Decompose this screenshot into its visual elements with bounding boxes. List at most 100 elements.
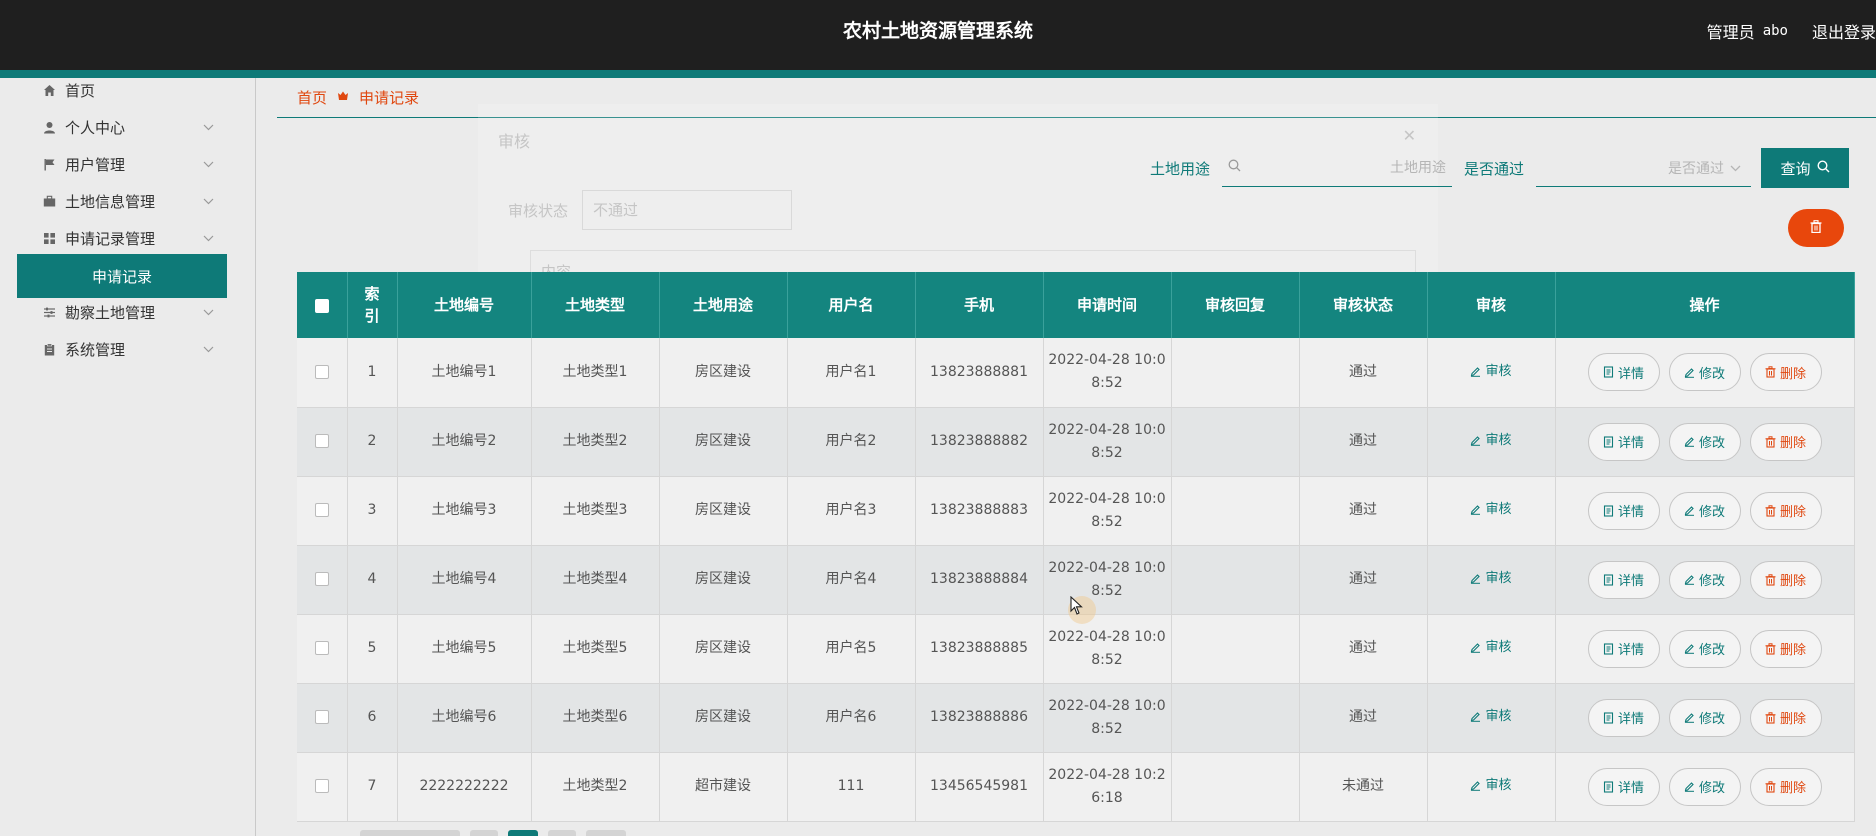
row-checkbox[interactable]: [314, 779, 329, 793]
page-size-select[interactable]: [360, 830, 460, 836]
sidebar-item[interactable]: 系统管理: [0, 327, 256, 371]
row-checkbox[interactable]: [314, 364, 329, 379]
next-page-button[interactable]: [548, 830, 576, 836]
apply-time-line2: 8:52: [1091, 582, 1123, 599]
prev-page-button[interactable]: [470, 830, 498, 836]
cell-land-use: 房区建设: [659, 683, 788, 753]
user-name: abo: [1762, 23, 1788, 39]
trash-icon: [1765, 642, 1776, 655]
detail-button[interactable]: 详情: [1587, 491, 1660, 530]
edit-button[interactable]: 修改: [1668, 560, 1741, 599]
page-number-current[interactable]: [508, 830, 538, 836]
column-header: 土地用途: [659, 272, 788, 338]
cell-land-no: 土地编号2: [397, 407, 532, 477]
sidebar-item-label: 个人中心: [65, 118, 126, 137]
table-row: 5 土地编号5 土地类型5 房区建设 用户名5 13823888885 2022-04-28…: [297, 614, 1855, 684]
search-icon: [1228, 159, 1246, 176]
chevron-down-icon: [203, 343, 215, 356]
delete-button[interactable]: 删除: [1749, 767, 1822, 806]
batch-delete-button[interactable]: [1788, 209, 1844, 247]
document-icon: [1603, 780, 1614, 793]
edit-button[interactable]: 修改: [1668, 629, 1741, 668]
apply-time-line2: 8:52: [1091, 444, 1123, 461]
delete-button[interactable]: 删除: [1749, 698, 1822, 737]
cell-land-no: 土地编号6: [397, 683, 532, 753]
audit-link[interactable]: 审核: [1470, 498, 1512, 521]
apply-time-line1: 2022-04-28 10:0: [1048, 421, 1166, 438]
cell-actions: 详情 修改 删除: [1555, 752, 1855, 822]
row-checkbox[interactable]: [314, 434, 329, 448]
apply-time-line1: 2022-04-28 10:0: [1048, 697, 1166, 714]
sidebar-subitem-application-records[interactable]: 申请记录: [17, 254, 227, 298]
cell-land-use: 房区建设: [659, 407, 788, 477]
mouse-cursor-icon: [1070, 596, 1083, 615]
edit-icon: [1684, 781, 1695, 792]
edit-button[interactable]: 修改: [1668, 491, 1741, 530]
cell-land-type: 土地类型1: [531, 338, 660, 408]
cell-apply-time: 2022-04-28 10:0 8:52: [1043, 407, 1172, 477]
cell-land-type: 土地类型2: [531, 752, 660, 822]
land-use-input[interactable]: [1246, 159, 1447, 176]
edit-button[interactable]: 修改: [1668, 767, 1741, 806]
edit-button[interactable]: 修改: [1668, 698, 1741, 737]
detail-button[interactable]: 详情: [1587, 422, 1660, 461]
audit-link[interactable]: 审核: [1470, 774, 1512, 797]
cell-audit: 审核: [1427, 614, 1556, 684]
trash-icon: [1765, 366, 1776, 378]
column-header: 审核状态: [1299, 272, 1428, 338]
document-icon: [1603, 435, 1614, 448]
detail-button[interactable]: 详情: [1587, 353, 1660, 392]
sidebar-item-label: 勘察土地管理: [65, 303, 156, 322]
cell-index: 3: [347, 476, 398, 546]
cell-reply: [1171, 407, 1300, 477]
edit-icon: [1470, 780, 1481, 791]
row-checkbox[interactable]: [314, 572, 329, 586]
audit-link-label: 审核: [1485, 709, 1512, 724]
sidebar-item-label: 系统管理: [65, 340, 126, 359]
audit-link[interactable]: 审核: [1470, 567, 1512, 590]
detail-button[interactable]: 详情: [1587, 698, 1660, 737]
trash-icon: [1765, 711, 1776, 724]
audit-link[interactable]: 审核: [1470, 636, 1512, 659]
cell-username: 111: [787, 752, 916, 822]
sidebar-item-label: 首页: [65, 81, 96, 100]
detail-button[interactable]: 详情: [1587, 767, 1660, 806]
breadcrumb-current: 申请记录: [359, 89, 420, 107]
passed-select[interactable]: 是否通过: [1536, 149, 1752, 187]
row-checkbox[interactable]: [314, 503, 329, 517]
home-icon: [41, 82, 57, 98]
audit-link[interactable]: 审核: [1470, 429, 1512, 452]
query-button[interactable]: 查询: [1761, 148, 1850, 188]
audit-link[interactable]: 审核: [1470, 360, 1512, 383]
delete-button[interactable]: 删除: [1749, 353, 1822, 392]
delete-button-label: 删除: [1779, 436, 1806, 451]
edit-button[interactable]: 修改: [1668, 422, 1741, 461]
chevron-down-icon: [203, 195, 215, 208]
chevron-down-icon: [203, 306, 215, 319]
delete-button[interactable]: 删除: [1749, 422, 1822, 461]
page-jump-input[interactable]: [586, 830, 626, 836]
edit-button[interactable]: 修改: [1668, 353, 1741, 392]
select-all-header: [297, 272, 348, 338]
select-all-checkbox[interactable]: [314, 298, 329, 313]
breadcrumb-home[interactable]: 首页: [297, 87, 327, 108]
trash-icon: [1765, 780, 1776, 793]
delete-button[interactable]: 删除: [1749, 491, 1822, 530]
row-checkbox[interactable]: [314, 641, 329, 655]
delete-button[interactable]: 删除: [1749, 560, 1822, 599]
apply-time-line1: 2022-04-28 10:0: [1048, 628, 1166, 645]
delete-button[interactable]: 删除: [1749, 629, 1822, 668]
detail-button-label: 详情: [1617, 505, 1644, 520]
detail-button[interactable]: 详情: [1587, 629, 1660, 668]
cell-land-no: 2222222222: [397, 752, 532, 822]
cell-actions: 详情 修改 删除: [1555, 683, 1855, 753]
row-checkbox[interactable]: [314, 710, 329, 724]
audit-link-label: 审核: [1485, 571, 1512, 586]
detail-button[interactable]: 详情: [1587, 560, 1660, 599]
logout-link[interactable]: 退出登录: [1812, 19, 1876, 43]
sidebar-item-label: 土地信息管理: [65, 192, 156, 211]
audit-link[interactable]: 审核: [1470, 705, 1512, 728]
cell-index: 4: [347, 545, 398, 615]
cell-username: 用户名3: [787, 476, 916, 546]
dialog-title: 审核: [498, 132, 531, 151]
